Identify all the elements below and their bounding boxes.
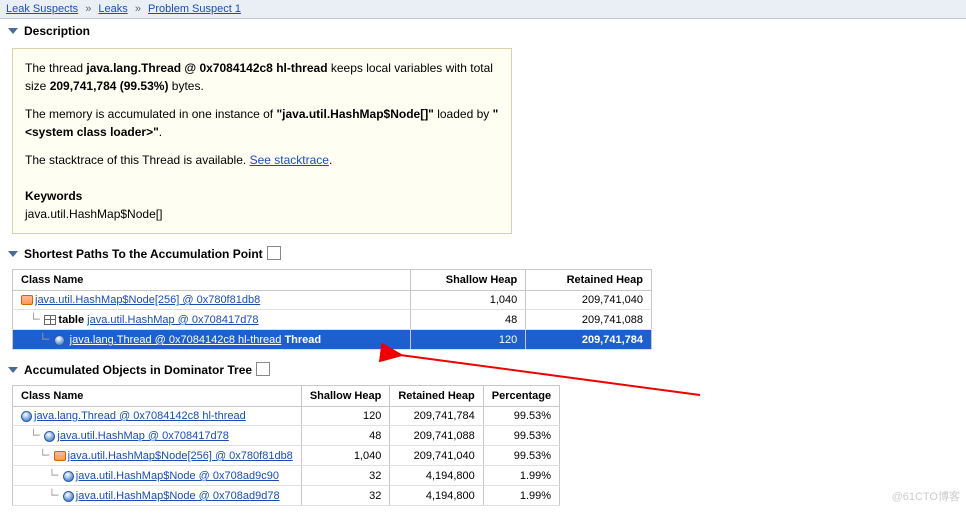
desc-line-2: The memory is accumulated in one instanc… [25,105,499,141]
cell-class-name: java.util.HashMap$Node[256] @ 0x780f81db… [13,291,411,310]
object-link[interactable]: java.util.HashMap$Node @ 0x708ad9c90 [76,470,279,482]
crumb-leak-suspects[interactable]: Leak Suspects [6,3,78,15]
cell-percent: 1.99% [483,466,559,486]
section-title: Shortest Paths To the Accumulation Point [24,247,263,261]
cell-class-name: └╴java.util.HashMap @ 0x708417d78 [13,426,302,446]
table-row[interactable]: java.util.HashMap$Node[256] @ 0x780f81db… [13,291,652,310]
cell-shallow: 32 [301,466,390,486]
crumb-sep: » [135,3,141,15]
col-retained-heap[interactable]: Retained Heap [526,270,652,291]
cell-shallow: 120 [301,407,390,426]
cell-retained: 209,741,088 [526,310,652,330]
object-link[interactable]: java.util.HashMap @ 0x708417d78 [87,314,258,326]
col-shallow-heap[interactable]: Shallow Heap [301,386,390,407]
table-row[interactable]: └╴ java.lang.Thread @ 0x7084142c8 hl-thr… [13,330,652,350]
cell-shallow: 1,040 [301,446,390,466]
object-link[interactable]: java.util.HashMap$Node[256] @ 0x780f81db… [35,294,260,306]
col-retained-heap[interactable]: Retained Heap [390,386,483,407]
section-description-header[interactable]: Description [0,19,966,40]
watermark: @61CTO博客 [892,488,960,504]
crumb-problem-suspect[interactable]: Problem Suspect 1 [148,3,241,15]
table-row[interactable]: └╴java.util.HashMap$Node @ 0x708ad9d7832… [13,486,560,506]
cell-class-name: └╴java.util.HashMap$Node @ 0x708ad9c90 [13,466,302,486]
obj-icon [63,491,74,502]
cell-class-name: └╴ java.lang.Thread @ 0x7084142c8 hl-thr… [13,330,411,350]
cell-retained: 209,741,040 [526,291,652,310]
cell-class-name: └╴java.util.HashMap$Node @ 0x708ad9d78 [13,486,302,506]
cell-shallow: 1,040 [411,291,526,310]
cell-percent: 99.53% [483,446,559,466]
cell-class-name: └╴java.util.HashMap$Node[256] @ 0x780f81… [13,446,302,466]
breadcrumb: Leak Suspects » Leaks » Problem Suspect … [0,0,966,19]
cell-retained: 4,194,800 [390,486,483,506]
cell-percent: 1.99% [483,486,559,506]
object-link[interactable]: java.util.HashMap @ 0x708417d78 [57,430,228,442]
section-dominator-header[interactable]: Accumulated Objects in Dominator Tree [0,358,966,379]
paths-table: Class Name Shallow Heap Retained Heap ja… [12,269,652,350]
object-link[interactable]: java.lang.Thread @ 0x7084142c8 hl-thread [34,410,246,422]
section-paths-header[interactable]: Shortest Paths To the Accumulation Point [0,242,966,263]
class-icon [54,451,66,461]
toggle-icon [8,251,18,257]
cell-retained: 209,741,784 [390,407,483,426]
cell-class-name: java.lang.Thread @ 0x7084142c8 hl-thread [13,407,302,426]
keyword-item: java.util.HashMap$Node[] [25,205,499,223]
obj-icon [21,411,32,422]
col-shallow-heap[interactable]: Shallow Heap [411,270,526,291]
obj-icon [54,335,65,346]
table-row[interactable]: java.lang.Thread @ 0x7084142c8 hl-thread… [13,407,560,426]
cell-retained: 209,741,040 [390,446,483,466]
section-title: Accumulated Objects in Dominator Tree [24,363,252,377]
dominator-table: Class Name Shallow Heap Retained Heap Pe… [12,385,560,506]
cell-shallow: 48 [411,310,526,330]
cell-shallow: 48 [301,426,390,446]
desc-line-1: The thread java.lang.Thread @ 0x7084142c… [25,59,499,95]
copy-icon[interactable] [269,248,281,260]
col-class-name[interactable]: Class Name [13,270,411,291]
copy-icon[interactable] [258,364,270,376]
table-row[interactable]: └╴java.util.HashMap$Node[256] @ 0x780f81… [13,446,560,466]
table-row[interactable]: └╴java.util.HashMap$Node @ 0x708ad9c9032… [13,466,560,486]
cell-retained: 4,194,800 [390,466,483,486]
object-link[interactable]: java.util.HashMap$Node @ 0x708ad9d78 [76,490,280,502]
desc-line-3: The stacktrace of this Thread is availab… [25,151,499,169]
toggle-icon [8,28,18,34]
cell-percent: 99.53% [483,407,559,426]
cell-shallow: 32 [301,486,390,506]
cell-percent: 99.53% [483,426,559,446]
col-class-name[interactable]: Class Name [13,386,302,407]
crumb-leaks[interactable]: Leaks [98,3,127,15]
table-row[interactable]: └╴java.util.HashMap @ 0x708417d7848209,7… [13,426,560,446]
crumb-sep: » [85,3,91,15]
cell-retained: 209,741,784 [526,330,652,350]
table-icon [44,315,56,325]
cell-class-name: └╴table java.util.HashMap @ 0x708417d78 [13,310,411,330]
obj-icon [63,471,74,482]
col-percentage[interactable]: Percentage [483,386,559,407]
class-icon [21,295,33,305]
object-link[interactable]: java.util.HashMap$Node[256] @ 0x780f81db… [68,450,293,462]
see-stacktrace-link[interactable]: See stacktrace [250,153,329,167]
cell-retained: 209,741,088 [390,426,483,446]
object-link[interactable]: java.lang.Thread @ 0x7084142c8 hl-thread [70,334,282,346]
keywords-title: Keywords [25,187,499,205]
table-row[interactable]: └╴table java.util.HashMap @ 0x708417d784… [13,310,652,330]
section-title: Description [24,24,90,38]
description-box: The thread java.lang.Thread @ 0x7084142c… [12,48,512,234]
obj-icon [44,431,55,442]
toggle-icon [8,367,18,373]
cell-shallow: 120 [411,330,526,350]
